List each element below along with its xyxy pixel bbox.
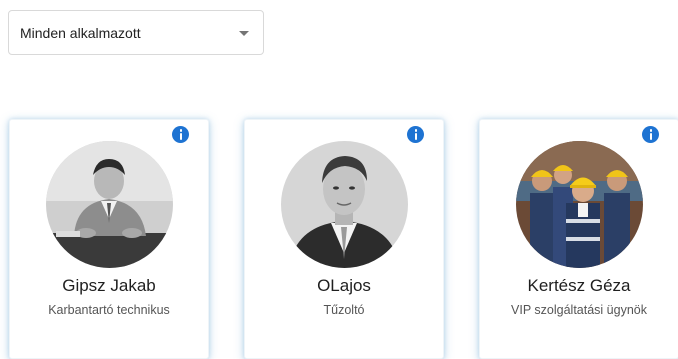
workers-group-photo [516, 141, 643, 268]
info-icon[interactable] [407, 126, 424, 143]
employee-role: Karbantartó technikus [48, 303, 170, 317]
employee-photo [46, 141, 173, 268]
employee-photo [516, 141, 643, 268]
chevron-down-icon [239, 31, 249, 36]
info-icon[interactable] [642, 126, 659, 143]
employee-name: OLajos [317, 276, 371, 295]
select-value: Minden alkalmazott [20, 25, 141, 41]
employee-card[interactable]: Kertész Géza VIP szolgáltatási ügynök [479, 119, 678, 359]
employee-card[interactable]: OLajos Tűzoltó [244, 119, 444, 359]
employee-name: Gipsz Jakab [62, 276, 156, 295]
employee-card[interactable]: Gipsz Jakab Karbantartó technikus [9, 119, 209, 359]
person-portrait-photo [281, 141, 408, 268]
employee-name: Kertész Géza [527, 276, 631, 295]
employee-photo [281, 141, 408, 268]
info-icon[interactable] [172, 126, 189, 143]
person-at-desk-photo [46, 141, 173, 268]
employee-role: Tűzoltó [323, 303, 365, 317]
employee-filter-select[interactable]: Minden alkalmazott [8, 10, 264, 55]
employee-role: VIP szolgáltatási ügynök [511, 303, 647, 317]
